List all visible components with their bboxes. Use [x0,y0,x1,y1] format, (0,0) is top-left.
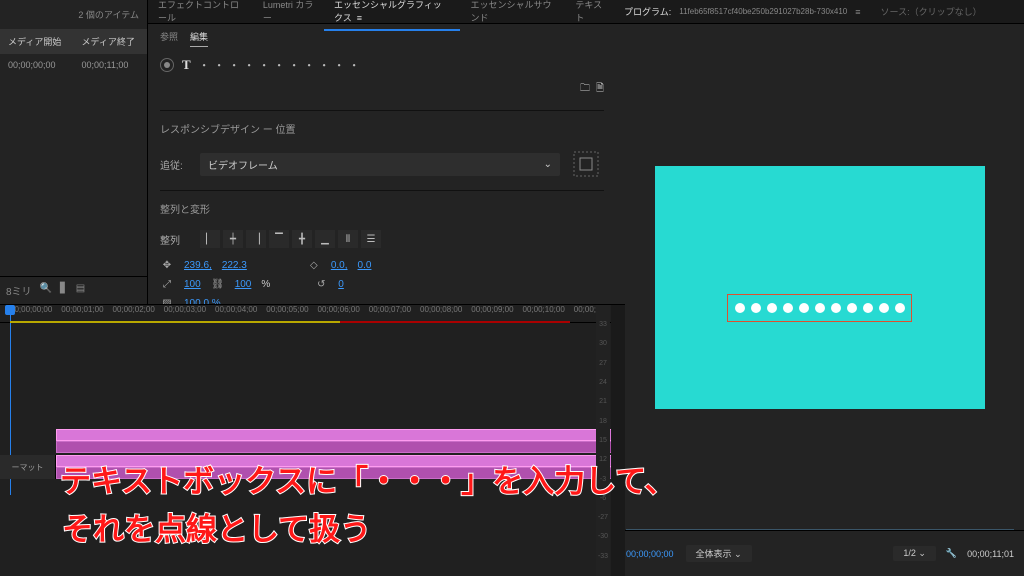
chevron-down-icon: ⌄ [544,159,552,170]
scale-pct-label: % [261,279,270,290]
resolution-dropdown[interactable]: 1/2 ⌄ [893,546,936,561]
program-out-timecode: 00;00;11;01 [967,549,1014,559]
time-mark: 00;00;07;00 [369,305,420,322]
rotation-value[interactable]: 0 [338,279,344,290]
dot-glyph [751,303,761,313]
anchor-y[interactable]: 0.0 [358,260,372,271]
dot-glyph [831,303,841,313]
visibility-toggle-icon[interactable] [160,58,174,72]
scale-icon: ⤢ [160,279,174,290]
link-scale-icon[interactable]: ⛓ [211,279,225,290]
zoom-value: 8ミリ [6,283,32,298]
program-filename: 11feb65f8517cf40be250b291027b28b-730x410 [679,7,847,16]
time-mark: 00;00;02;00 [113,305,164,322]
program-monitor-label: プログラム: [624,5,671,18]
pin-to-dropdown[interactable]: ビデオフレーム⌄ [200,153,560,176]
time-mark: 00;00;06;00 [318,305,369,322]
dot-glyph [767,303,777,313]
cell-end-1[interactable]: 00;00;11;00 [74,54,148,76]
timeline-ruler[interactable]: 00;00;00;00 00;00;01;00 00;00;02;00 00;0… [0,305,625,323]
align-label: 整列 [160,232,192,247]
vertical-scrollbar[interactable] [611,305,625,576]
panel-menu-icon[interactable]: ≡ [855,7,860,17]
align-top-icon[interactable]: ▔ [269,230,289,248]
col-media-start[interactable]: メディア開始 [0,29,74,54]
new-folder-icon[interactable]: 🗀 [580,81,590,98]
dot-glyph [847,303,857,313]
align-center-v-icon[interactable]: ╋ [292,230,312,248]
scale-h[interactable]: 100 [235,279,252,290]
pin-target-widget[interactable] [568,146,604,182]
dot-glyph [879,303,889,313]
program-monitor[interactable] [616,24,1024,522]
selected-text-box[interactable] [727,294,912,322]
align-left-icon[interactable]: ▏ [200,230,220,248]
time-mark: 00;00;00;00 [10,305,61,322]
time-mark: 00;00;01;00 [61,305,112,322]
text-layer-icon: T [182,57,191,73]
cell-start-1[interactable]: 00;00;00;00 [0,54,74,76]
time-mark: 00;00;03;00 [164,305,215,322]
text-layer-name[interactable]: ・・・・・・・・・・・ [199,57,364,73]
position-icon: ✥ [160,260,174,271]
subtab-browse[interactable]: 参照 [160,30,178,47]
time-mark: 00;00;05;00 [266,305,317,322]
fit-dropdown[interactable]: 全体表示 ⌄ [686,545,752,562]
position-y[interactable]: 222.3 [222,260,247,271]
video-clip[interactable] [56,429,625,441]
align-transform-header: 整列と変形 [160,195,604,222]
track-header[interactable]: ーマット [0,455,56,479]
project-item-count: 2 個のアイテム [0,0,147,29]
rotation-icon: ↺ [314,279,328,290]
time-mark: 00;00;04;00 [215,305,266,322]
text-layer-row[interactable]: T ・・・・・・・・・・・ [160,53,604,77]
dot-glyph [799,303,809,313]
align-center-h-icon[interactable]: ┿ [223,230,243,248]
distribute-v-icon[interactable]: ☰ [361,230,381,248]
dot-glyph [815,303,825,313]
subtab-edit[interactable]: 編集 [190,30,208,47]
dot-glyph [735,303,745,313]
anchor-icon: ◇ [307,260,321,271]
time-mark: 00;00;10;00 [523,305,574,322]
align-right-icon[interactable]: ▕ [246,230,266,248]
distribute-h-icon[interactable]: ⫴ [338,230,358,248]
folder-icon[interactable]: ▋ [60,283,68,298]
video-clip[interactable] [56,441,625,453]
dot-glyph [783,303,793,313]
video-canvas[interactable] [655,166,985,409]
list-view-icon[interactable]: ▤ [76,283,85,298]
time-mark: 00;00;09;00 [471,305,522,322]
annotation-line-2: それを点線として扱う [62,504,371,549]
pin-to-label: 追従: [160,157,192,172]
new-layer-icon[interactable]: 🗎 [596,81,604,98]
dot-glyph [895,303,905,313]
col-media-end[interactable]: メディア終了 [74,29,148,54]
audio-meter: 333027 242118 1512-3 -6-27-30 -33 [596,305,610,576]
dot-glyph [863,303,873,313]
position-x[interactable]: 239.6, [184,260,212,271]
scale-w[interactable]: 100 [184,279,201,290]
source-monitor-label[interactable]: ソース:（クリップなし） [881,5,982,18]
wrench-icon[interactable]: 🔧 [946,548,957,559]
search-icon[interactable]: 🔍 [40,283,52,298]
time-mark: 00;00;08;00 [420,305,471,322]
responsive-design-header: レスポンシブデザイン ー 位置 [160,115,604,142]
annotation-line-1: テキストボックスに「・・・」を入力して、 [60,456,676,501]
program-timecode[interactable]: 00;00;00;00 [626,549,674,559]
align-bottom-icon[interactable]: ▁ [315,230,335,248]
anchor-x[interactable]: 0.0, [331,260,348,271]
